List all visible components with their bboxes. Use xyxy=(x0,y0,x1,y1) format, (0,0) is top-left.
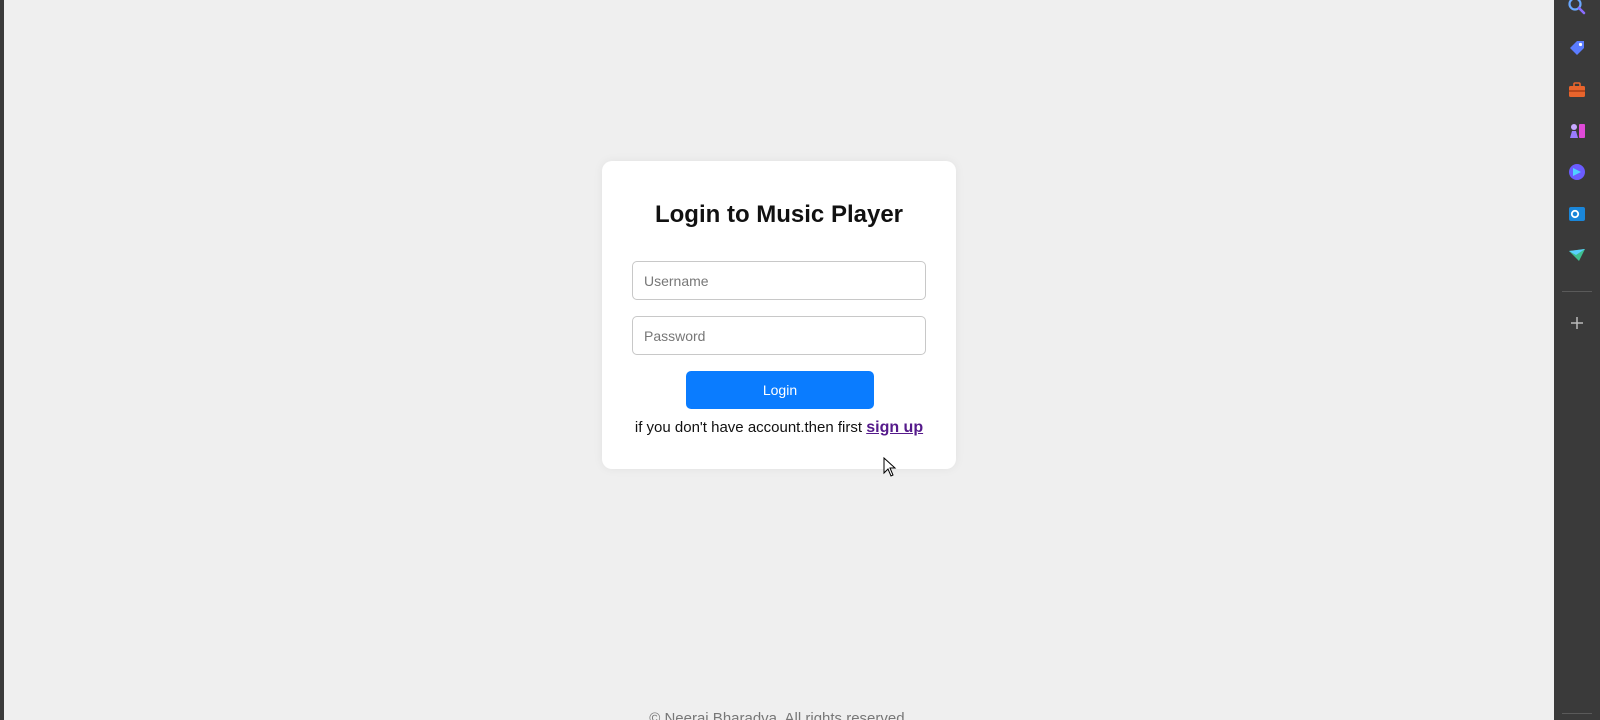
plus-icon[interactable] xyxy=(1567,313,1587,333)
page-title: Login to Music Player xyxy=(654,201,904,228)
outlook-icon[interactable] xyxy=(1567,204,1587,224)
password-input[interactable] xyxy=(632,316,926,355)
login-card: Login to Music Player Login if you don't… xyxy=(602,161,956,469)
browser-sidebar xyxy=(1554,0,1600,720)
sidebar-divider-bottom xyxy=(1562,713,1592,714)
copilot-icon[interactable] xyxy=(1567,162,1587,182)
toolbox-icon[interactable] xyxy=(1567,80,1587,100)
tag-icon[interactable] xyxy=(1567,38,1587,58)
sign-up-link[interactable]: sign up xyxy=(866,419,923,436)
page: Login to Music Player Login if you don't… xyxy=(4,0,1554,720)
send-icon[interactable] xyxy=(1567,245,1587,265)
login-button[interactable]: Login xyxy=(686,371,874,409)
signup-prompt-text: if you don't have account.then first xyxy=(634,419,867,436)
mouse-cursor-icon xyxy=(883,457,897,477)
footer-copyright: © Neeraj Bharadva. All rights reserved. xyxy=(649,710,909,720)
chess-icon[interactable] xyxy=(1567,121,1587,141)
username-input[interactable] xyxy=(632,261,926,300)
search-icon[interactable] xyxy=(1567,0,1587,16)
signup-prompt: if you don't have account.then first sig… xyxy=(602,419,956,437)
sidebar-divider xyxy=(1562,291,1592,292)
